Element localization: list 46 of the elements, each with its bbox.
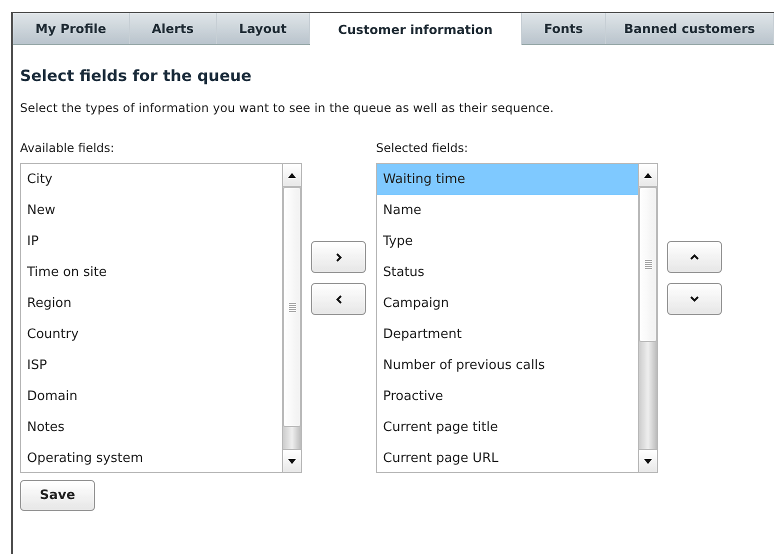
list-label: Available fields:	[20, 141, 116, 157]
tab[interactable]: Banned customers	[606, 13, 774, 44]
scroll-down-icon[interactable]	[288, 458, 296, 464]
grip-icon[interactable]	[288, 302, 296, 312]
chevron-down-icon	[690, 296, 699, 302]
list-item[interactable]: Country	[21, 319, 282, 350]
tab[interactable]: Customer information	[310, 13, 522, 45]
add-field-button[interactable]	[311, 241, 366, 273]
list-label: Selected fields:	[376, 141, 470, 157]
list-item[interactable]: Operating system	[21, 443, 282, 474]
list-item[interactable]: Status	[377, 257, 638, 288]
list-item[interactable]: IP	[21, 226, 282, 257]
list-item[interactable]: Domain	[21, 381, 282, 412]
scroll-up-icon[interactable]	[644, 172, 652, 178]
tab[interactable]: Alerts	[130, 13, 217, 44]
tab[interactable]: Fonts	[522, 13, 606, 44]
list-item[interactable]: Campaign	[377, 288, 638, 319]
list-item[interactable]: Type	[377, 226, 638, 257]
description-text: Select the types of information you want to see in the queue as well as their sequence.	[20, 101, 555, 115]
list-item[interactable]: Region	[21, 288, 282, 319]
list-item[interactable]: Current page URL	[377, 443, 638, 474]
move-up-button[interactable]	[667, 241, 722, 273]
list-item[interactable]: Number of previous calls	[377, 350, 638, 381]
move-down-button[interactable]	[667, 283, 722, 315]
list-item[interactable]: Notes	[21, 412, 282, 443]
list-item[interactable]: New	[21, 195, 282, 226]
list-item[interactable]: City	[21, 164, 282, 195]
chevron-right-icon	[336, 252, 342, 262]
scroll-up-icon[interactable]	[288, 172, 296, 178]
scrollbar[interactable]	[638, 164, 657, 472]
chevron-up-icon	[690, 254, 699, 260]
list-item[interactable]: Department	[377, 319, 638, 350]
list-item[interactable]: Proactive	[377, 381, 638, 412]
list-item[interactable]: Name	[377, 195, 638, 226]
tab[interactable]: My Profile	[13, 13, 130, 44]
grip-icon[interactable]	[644, 260, 652, 269]
save-button[interactable]: Save	[20, 480, 95, 511]
scroll-down-icon[interactable]	[644, 458, 652, 464]
remove-field-button[interactable]	[311, 283, 366, 315]
list-item[interactable]: Waiting time	[377, 164, 638, 195]
chevron-left-icon	[336, 294, 342, 304]
list-item[interactable]: ISP	[21, 350, 282, 381]
scrollbar[interactable]	[282, 164, 301, 472]
section-heading: Select fields for the queue	[20, 67, 253, 85]
list-item[interactable]: Current page title	[377, 412, 638, 443]
list-item[interactable]: Time on site	[21, 257, 282, 288]
